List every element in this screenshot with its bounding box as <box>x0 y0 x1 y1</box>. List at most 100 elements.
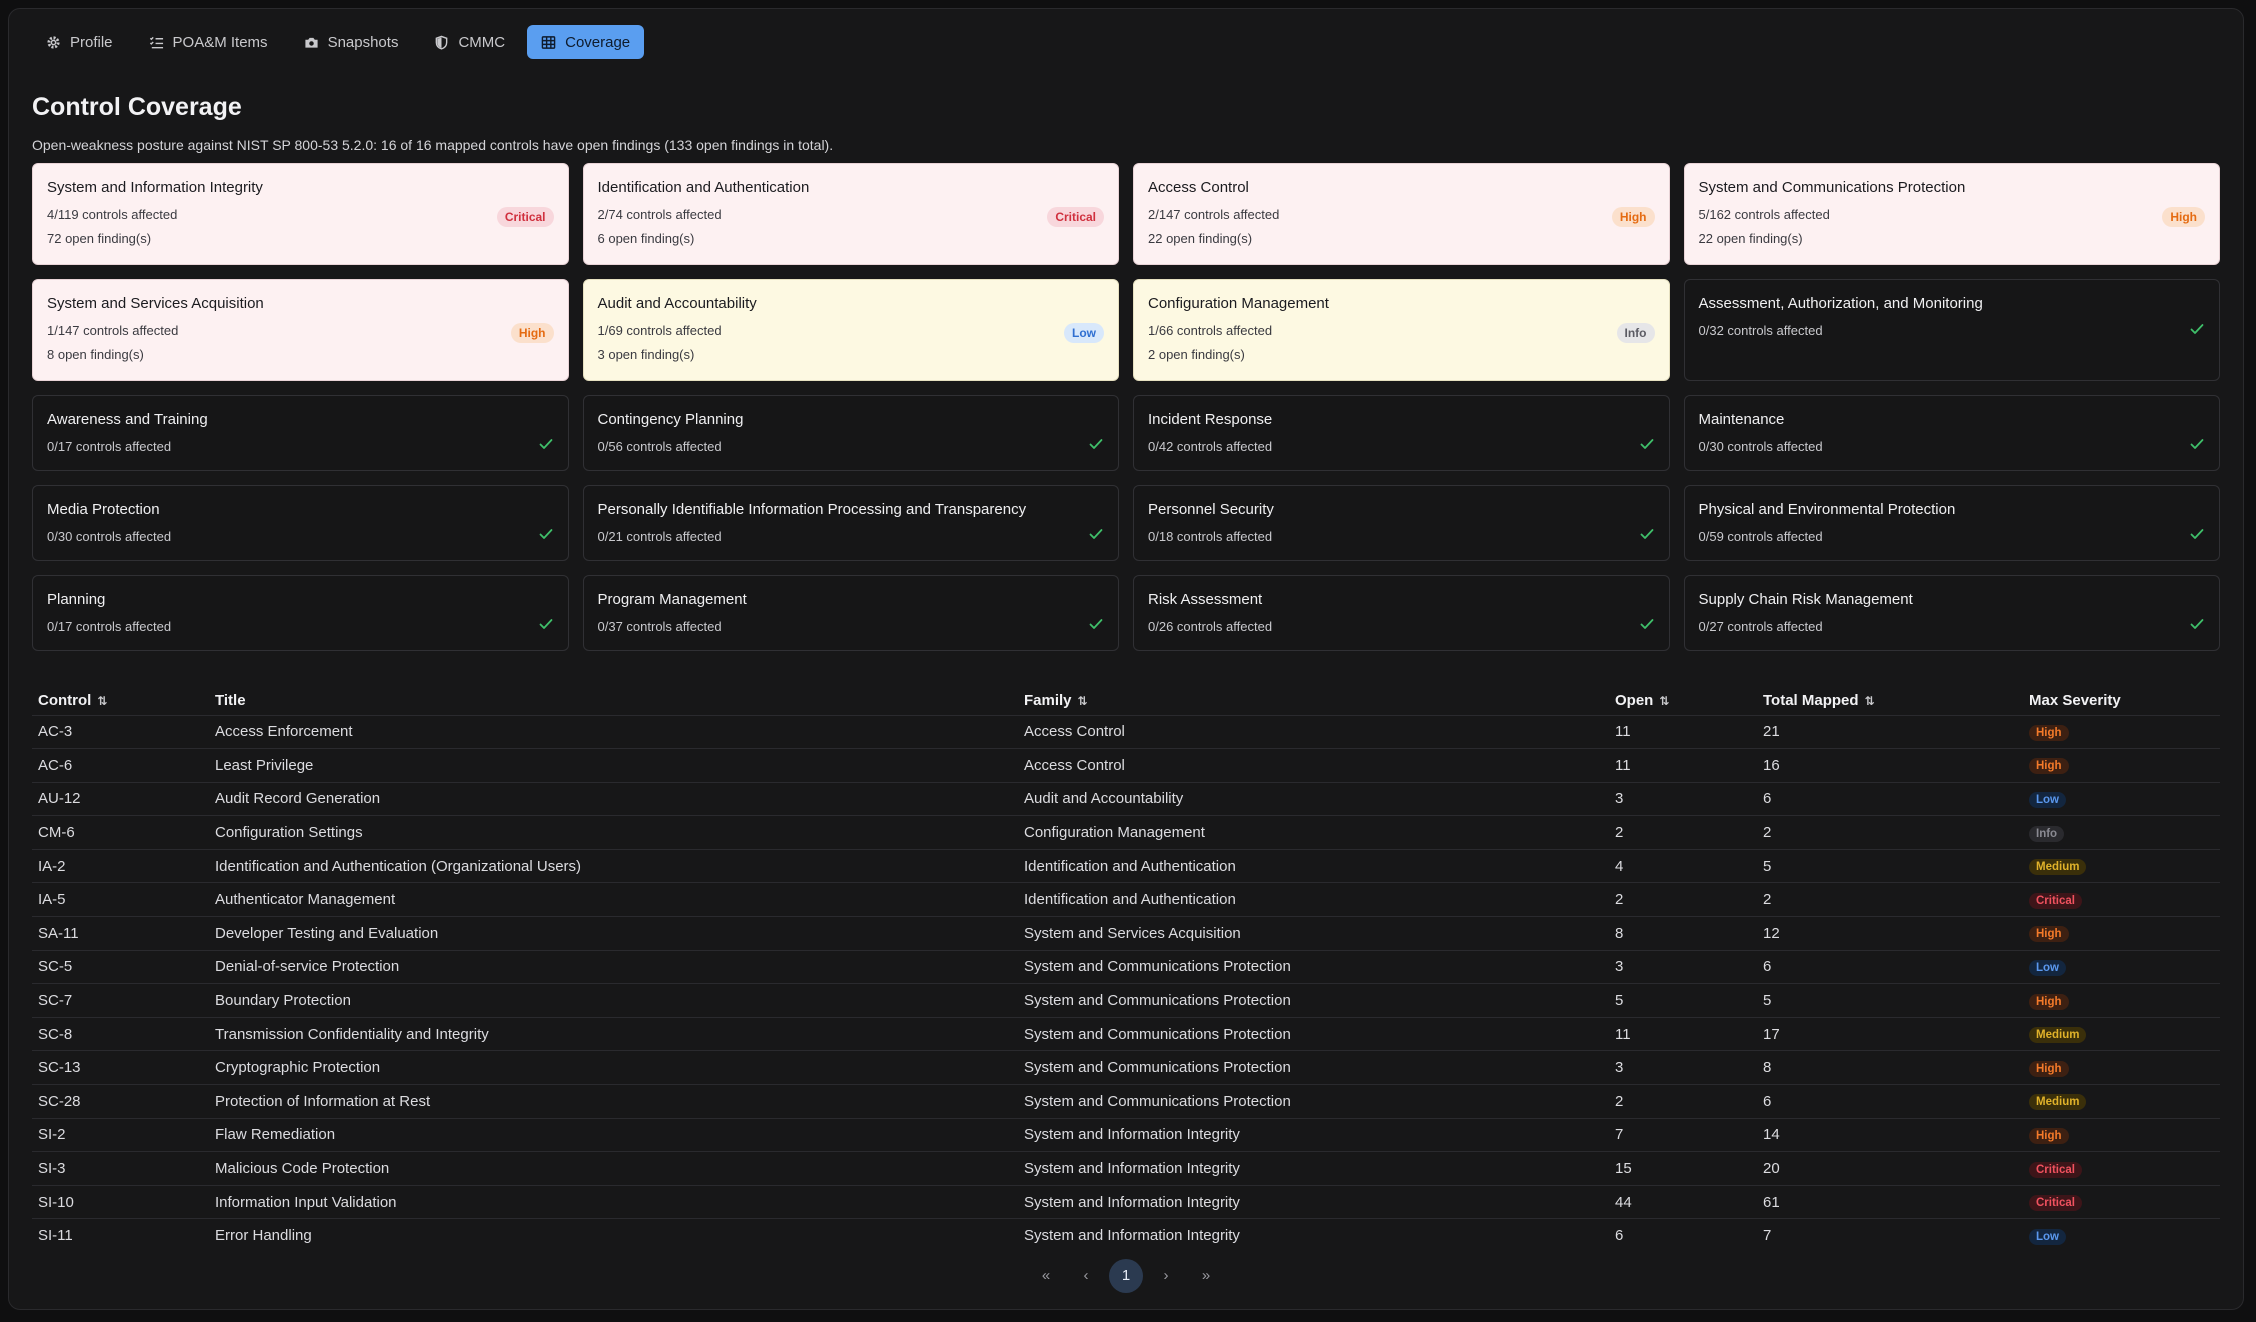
open-count: 3 <box>1609 949 1757 984</box>
controls-affected: 0/42 controls affected <box>1148 439 1273 454</box>
control-family: System and Information Integrity <box>1018 1117 1609 1152</box>
control-family: System and Communications Protection <box>1018 1016 1609 1051</box>
sort-icon[interactable]: ⇅ <box>97 694 107 708</box>
family-card: Access Control 2/147 controls affected 22 … <box>1133 163 1670 265</box>
check-icon <box>1089 619 1103 629</box>
sort-icon[interactable]: ⇅ <box>1865 694 1875 708</box>
max-severity-cell: High <box>2023 714 2220 749</box>
tab-snapshots[interactable]: Snapshots <box>290 25 413 59</box>
max-severity-cell: Critical <box>2023 882 2220 917</box>
open-count: 5 <box>1609 983 1757 1018</box>
table-row[interactable]: IA-2 Identification and Authentication (O… <box>32 848 2220 883</box>
control-title: Developer Testing and Evaluation <box>209 916 1018 951</box>
controls-affected: 0/26 controls affected <box>1148 619 1273 634</box>
max-severity-cell: Critical <box>2023 1151 2220 1186</box>
control-title: Cryptographic Protection <box>209 1050 1018 1085</box>
severity-badge: High <box>2029 993 2069 1010</box>
max-severity-cell: Critical <box>2023 1184 2220 1219</box>
first-page-button[interactable]: « <box>1029 1259 1063 1293</box>
controls-affected: 0/32 controls affected <box>1698 323 1823 338</box>
controls-affected: 0/30 controls affected <box>47 529 172 544</box>
max-severity-cell: Medium <box>2023 1084 2220 1119</box>
open-count: 3 <box>1609 781 1757 816</box>
family-card-grid: System and Information Integrity 4/119 co… <box>32 163 2220 665</box>
controls-affected: 0/27 controls affected <box>1698 619 1823 634</box>
control-id: SA-11 <box>32 916 209 951</box>
max-severity-cell: Low <box>2023 949 2220 984</box>
family-card: Maintenance 0/30 controls affected <box>1683 395 2220 471</box>
control-title: Identification and Authentication (Organ… <box>209 848 1018 883</box>
table-row[interactable]: SI-2 Flaw Remediation System and Informati… <box>32 1117 2220 1152</box>
open-count: 7 <box>1609 1117 1757 1152</box>
table-row[interactable]: SC-13 Cryptographic Protection System and … <box>32 1050 2220 1085</box>
family-name: Access Control <box>1148 179 1249 196</box>
sort-icon[interactable]: ⇅ <box>1659 694 1669 708</box>
tab-cmmc[interactable]: CMMC <box>420 25 519 59</box>
family-name: Audit and Accountability <box>597 295 757 312</box>
family-name: Incident Response <box>1148 411 1273 428</box>
table-row[interactable]: SA-11 Developer Testing and Evaluation Sys… <box>32 916 2220 951</box>
table-row[interactable]: AC-6 Least Privilege Access Control 11 16 Hig… <box>32 748 2220 783</box>
tab-coverage[interactable]: Coverage <box>527 25 645 59</box>
page-1-button[interactable]: 1 <box>1109 1258 1143 1293</box>
table-row[interactable]: SI-11 Error Handling System and Informatio… <box>32 1218 2220 1253</box>
family-card: System and Information Integrity 4/119 co… <box>32 163 569 265</box>
family-name: Physical and Environmental Protection <box>1698 501 1956 518</box>
controls-affected: 2/74 controls affected <box>597 207 722 222</box>
control-id: SC-28 <box>32 1084 209 1119</box>
column-header-family[interactable]: Family ⇅ <box>1018 687 1609 715</box>
next-page-button[interactable]: › <box>1149 1259 1183 1293</box>
controls-affected: 1/66 controls affected <box>1148 323 1273 338</box>
open-findings: 22 open finding(s) <box>1698 231 1803 246</box>
max-severity-cell: Info <box>2023 815 2220 850</box>
tab-poa-m-items[interactable]: POA&M Items <box>135 25 282 59</box>
table-row[interactable]: IA-5 Authenticator Management Identificati… <box>32 882 2220 917</box>
table-row[interactable]: AU-12 Audit Record Generation Audit and Ac… <box>32 781 2220 816</box>
family-card: Personally Identifiable Information Proc… <box>582 485 1119 561</box>
open-findings: 8 open finding(s) <box>47 347 144 362</box>
family-name: Identification and Authentication <box>597 179 810 196</box>
open-count: 2 <box>1609 1084 1757 1119</box>
table-row[interactable]: SC-5 Denial-of-service Protection System a… <box>32 949 2220 984</box>
control-id: SC-13 <box>32 1050 209 1085</box>
table-row[interactable]: SC-7 Boundary Protection System and Commun… <box>32 983 2220 1018</box>
check-icon <box>1089 439 1103 449</box>
table-row[interactable]: SC-28 Protection of Information at Rest Sy… <box>32 1084 2220 1119</box>
table-row[interactable]: SI-10 Information Input Validation System … <box>32 1184 2220 1219</box>
controls-affected: 0/59 controls affected <box>1698 529 1823 544</box>
table-row[interactable]: AC-3 Access Enforcement Access Control 11 21… <box>32 714 2220 749</box>
family-name: Planning <box>47 591 106 608</box>
table-row[interactable]: CM-6 Configuration Settings Configuration … <box>32 815 2220 850</box>
family-name: Awareness and Training <box>47 411 208 428</box>
last-page-button[interactable]: » <box>1189 1259 1223 1293</box>
shield-icon <box>434 35 449 50</box>
total-mapped: 6 <box>1757 781 2023 816</box>
severity-badge: Medium <box>2029 859 2087 876</box>
severity-badge: High <box>2029 926 2069 943</box>
table-row[interactable]: SC-8 Transmission Confidentiality and Int… <box>32 1016 2220 1051</box>
control-family: System and Information Integrity <box>1018 1151 1609 1186</box>
severity-badge: High <box>1611 207 1655 227</box>
column-header-open[interactable]: Open ⇅ <box>1609 687 1757 715</box>
control-title: Boundary Protection <box>209 983 1018 1018</box>
sort-icon[interactable]: ⇅ <box>1078 694 1088 708</box>
controls-affected: 1/69 controls affected <box>597 323 722 338</box>
table-row[interactable]: SI-3 Malicious Code Protection System and … <box>32 1151 2220 1186</box>
total-mapped: 6 <box>1757 949 2023 984</box>
open-count: 2 <box>1609 815 1757 850</box>
tab-profile[interactable]: Profile <box>32 25 127 59</box>
max-severity-cell: Medium <box>2023 848 2220 883</box>
list-icon <box>149 35 164 50</box>
column-header-total-mapped[interactable]: Total Mapped ⇅ <box>1757 687 2023 715</box>
family-name: System and Services Acquisition <box>47 295 264 312</box>
family-card: Incident Response 0/42 controls affected <box>1133 395 1670 471</box>
control-table: Control ⇅ Title Family ⇅ Open ⇅ Total Mappe… <box>32 687 2220 1253</box>
severity-badge: High <box>2029 1060 2069 1077</box>
check-icon <box>2190 324 2204 334</box>
previous-page-button[interactable]: ‹ <box>1069 1259 1103 1293</box>
family-card: Media Protection 0/30 controls affected <box>32 485 569 561</box>
total-mapped: 6 <box>1757 1084 2023 1119</box>
column-header-label: Max Severity <box>2029 692 2121 710</box>
column-header-control[interactable]: Control ⇅ <box>32 687 209 715</box>
control-table-container: Control ⇅ Title Family ⇅ Open ⇅ Total Mappe… <box>32 687 2220 1253</box>
